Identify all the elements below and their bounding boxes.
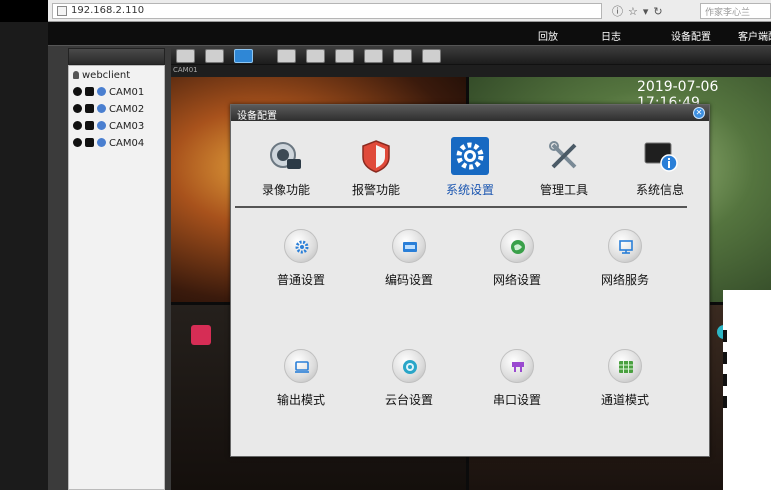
screen: 192.168.2.110 ⓘ☆▾↻ 作家李心兰 回放 日志 设备配置 客户端配…: [0, 0, 771, 490]
dropdown-icon[interactable]: ▾: [643, 5, 654, 18]
stream-icon[interactable]: [97, 121, 106, 130]
settings-icon[interactable]: [422, 49, 441, 63]
tab-label: 录像功能: [261, 183, 310, 197]
nav-device-config[interactable]: 设备配置: [671, 28, 711, 43]
single-view-icon[interactable]: [205, 49, 224, 63]
function-label: 串口设置: [492, 393, 541, 407]
tab-system-info[interactable]: 系统信息: [617, 131, 703, 201]
camera-row[interactable]: CAM03: [73, 121, 144, 133]
encoding-settings-button[interactable]: 编码设置: [359, 229, 459, 309]
alarm-shield-icon: [362, 140, 390, 173]
function-label: 网络服务: [600, 273, 649, 287]
camera-panel-header: [68, 48, 165, 65]
record-icon[interactable]: [73, 138, 82, 147]
ptz-icon: [403, 360, 417, 374]
client-node[interactable]: webclient: [73, 70, 130, 81]
channel-label: CAM01: [173, 66, 198, 74]
tab-label: 管理工具: [539, 183, 588, 197]
address-bar[interactable]: 192.168.2.110: [52, 3, 602, 19]
serial-port-button[interactable]: 串口设置: [467, 349, 567, 429]
dialog-titlebar: 设备配置 ✕: [231, 105, 709, 122]
nav-playback[interactable]: 回放: [538, 28, 558, 43]
address-text: 192.168.2.110: [71, 5, 145, 16]
camera-row[interactable]: CAM01: [73, 87, 144, 99]
camera-panel: webclient CAM01 CAM02 CAM03 CAM04: [68, 65, 165, 490]
tab-alarm[interactable]: 报警功能: [333, 131, 419, 201]
top-navigation: 回放 日志 设备配置 客户端配置: [48, 22, 771, 46]
record-icon[interactable]: [73, 104, 82, 113]
channel-grid-icon: [619, 361, 633, 373]
function-label: 输出模式: [276, 393, 325, 407]
search-input[interactable]: 作家李心兰: [700, 3, 771, 19]
tab-label: 报警功能: [351, 183, 400, 197]
refresh-icon[interactable]: ↻: [653, 5, 667, 18]
tv-logo-icon: [191, 325, 211, 345]
record-video-icon[interactable]: [393, 49, 412, 63]
play-icon[interactable]: [85, 121, 94, 130]
encoding-icon: [403, 242, 417, 252]
camera-label: CAM04: [109, 138, 145, 149]
system-info-icon: [644, 142, 678, 172]
stream-icon[interactable]: [97, 87, 106, 96]
tab-system-settings[interactable]: 系统设置: [427, 131, 513, 201]
tab-record[interactable]: 录像功能: [243, 131, 329, 201]
page-icon: [57, 6, 67, 16]
user-icon: [73, 71, 79, 79]
play-icon[interactable]: [85, 104, 94, 113]
tab-tools[interactable]: 管理工具: [521, 131, 607, 201]
gear-icon: [295, 240, 309, 254]
nav-log[interactable]: 日志: [601, 28, 621, 43]
monitor-icon: [295, 361, 309, 373]
info-icon[interactable]: ⓘ: [612, 5, 628, 18]
camera-label: CAM01: [109, 87, 145, 98]
network-service-icon: [619, 240, 633, 254]
camera-label: CAM03: [109, 121, 145, 132]
play-icon[interactable]: [85, 87, 94, 96]
network-service-button[interactable]: 网络服务: [575, 229, 675, 309]
general-settings-button[interactable]: 普通设置: [251, 229, 351, 309]
zoom-icon[interactable]: [277, 49, 296, 63]
system-settings-icon: [451, 137, 489, 175]
client-label: webclient: [82, 70, 131, 81]
dialog-title: 设备配置: [237, 111, 277, 122]
pause-icon[interactable]: [335, 49, 354, 63]
record-icon[interactable]: [73, 121, 82, 130]
camera-label: CAM02: [109, 104, 145, 115]
browser-toolbar: 192.168.2.110 ⓘ☆▾↻ 作家李心兰: [0, 0, 771, 22]
tab-label: 系统信息: [635, 183, 684, 197]
camera-row[interactable]: CAM04: [73, 138, 144, 150]
function-label: 网络设置: [492, 273, 541, 287]
tools-icon: [549, 141, 577, 169]
network-settings-button[interactable]: 网络设置: [467, 229, 567, 309]
snapshot-icon[interactable]: [364, 49, 383, 63]
channel-mode-button[interactable]: 通道模式: [575, 349, 675, 429]
quad-view-icon[interactable]: [234, 49, 253, 63]
serial-port-icon: [512, 362, 524, 372]
play-icon[interactable]: [306, 49, 325, 63]
side-strip: [723, 290, 771, 490]
function-label: 普通设置: [276, 273, 325, 287]
fullscreen-icon[interactable]: [176, 49, 195, 63]
network-icon: [511, 240, 525, 254]
nav-client-config[interactable]: 客户端配置: [738, 28, 771, 43]
output-mode-button[interactable]: 输出模式: [251, 349, 351, 429]
camera-row[interactable]: CAM02: [73, 104, 144, 116]
camera-record-icon: [270, 142, 301, 169]
stream-icon[interactable]: [97, 104, 106, 113]
star-icon[interactable]: ☆: [628, 5, 643, 18]
video-toolbar: ◀): [171, 48, 771, 65]
close-icon[interactable]: ✕: [693, 107, 705, 119]
device-config-dialog: 设备配置 ✕ 录像功能 报警功能 系统设置 管理工具 系统信息 普通设置 编码设…: [230, 104, 710, 457]
stream-icon[interactable]: [97, 138, 106, 147]
play-icon[interactable]: [85, 138, 94, 147]
record-icon[interactable]: [73, 87, 82, 96]
function-label: 编码设置: [384, 273, 433, 287]
function-label: 云台设置: [384, 393, 433, 407]
divider: [235, 206, 687, 208]
browser-tools: ⓘ☆▾↻: [612, 3, 668, 19]
function-label: 通道模式: [600, 393, 649, 407]
tab-label: 系统设置: [445, 183, 494, 197]
search-placeholder: 作家李心兰: [705, 8, 751, 18]
ptz-settings-button[interactable]: 云台设置: [359, 349, 459, 429]
